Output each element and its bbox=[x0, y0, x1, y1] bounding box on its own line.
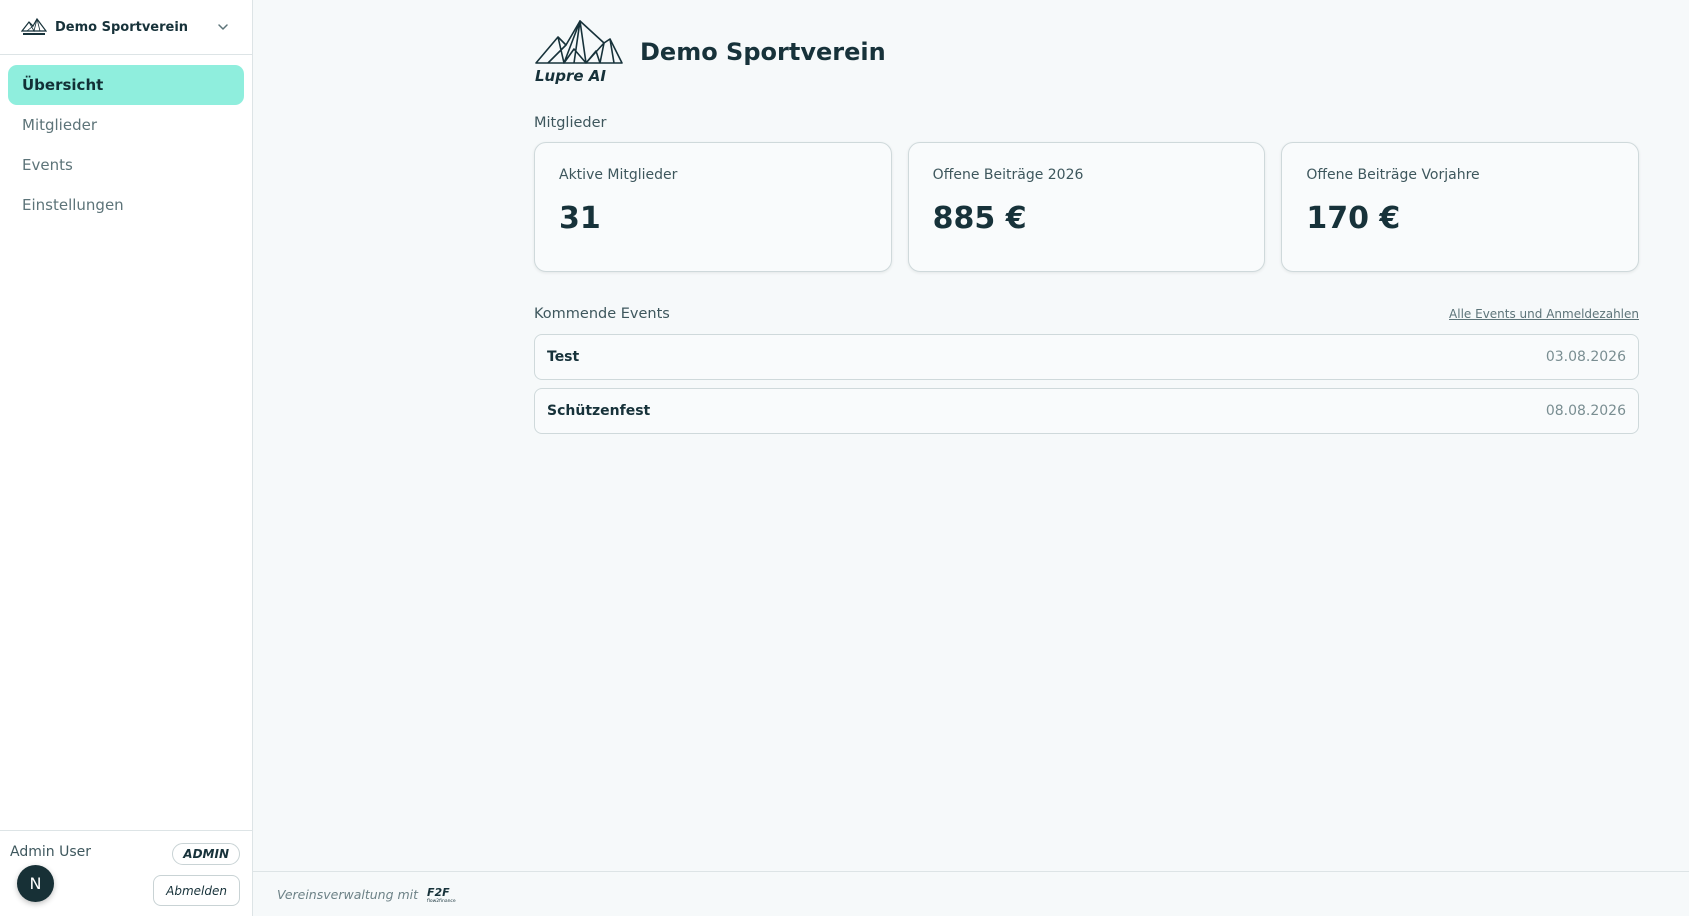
event-date: 03.08.2026 bbox=[1545, 349, 1626, 365]
all-events-link[interactable]: Alle Events und Anmeldezahlen bbox=[1449, 307, 1639, 321]
user-name: Admin User bbox=[10, 844, 91, 860]
club-switcher[interactable]: Demo Sportverein bbox=[0, 0, 252, 55]
stat-card-open-fees-previous: Offene Beiträge Vorjahre 170 € bbox=[1281, 142, 1640, 272]
stat-value: 31 bbox=[559, 201, 601, 236]
event-name: Test bbox=[547, 349, 580, 365]
sidebar-item-settings[interactable]: Einstellungen bbox=[8, 185, 244, 225]
f2f-logo-text: F2F bbox=[427, 886, 450, 899]
stat-label: Offene Beiträge Vorjahre bbox=[1306, 167, 1480, 183]
members-section-label: Mitglieder bbox=[534, 115, 607, 131]
sidebar-item-label: Übersicht bbox=[22, 76, 104, 94]
stat-label: Aktive Mitglieder bbox=[559, 167, 678, 183]
app-root: Demo Sportverein Übersicht Mitglieder Ev… bbox=[0, 0, 1689, 916]
stat-card-active-members: Aktive Mitglieder 31 bbox=[534, 142, 892, 272]
main-area: Lupre AI Demo Sportverein Mitglieder Akt… bbox=[253, 0, 1689, 916]
lupre-ai-logo: Lupre AI bbox=[535, 20, 623, 85]
event-name: Schützenfest bbox=[547, 403, 651, 419]
stat-card-open-fees-current: Offene Beiträge 2026 885 € bbox=[907, 142, 1266, 272]
role-badge: ADMIN bbox=[172, 843, 240, 865]
event-row[interactable]: Schützenfest 08.08.2026 bbox=[534, 388, 1639, 434]
sidebar-item-label: Mitglieder bbox=[22, 116, 97, 134]
event-date: 08.08.2026 bbox=[1545, 403, 1626, 419]
events-list: Test 03.08.2026 Schützenfest 08.08.2026 bbox=[534, 334, 1639, 434]
event-row[interactable]: Test 03.08.2026 bbox=[534, 334, 1639, 380]
sidebar-item-events[interactable]: Events bbox=[8, 145, 244, 185]
club-name: Demo Sportverein bbox=[55, 19, 189, 35]
footer: Vereinsverwaltung mit F2F flow2finance bbox=[253, 871, 1689, 916]
stat-label: Offene Beiträge 2026 bbox=[932, 167, 1084, 183]
brand-logo-text: Lupre AI bbox=[535, 67, 606, 85]
sidebar: Demo Sportverein Übersicht Mitglieder Ev… bbox=[0, 0, 253, 916]
logout-button[interactable]: Abmelden bbox=[153, 875, 240, 906]
footer-text: Vereinsverwaltung mit bbox=[277, 886, 419, 902]
page-header: Lupre AI Demo Sportverein bbox=[534, 18, 1639, 86]
events-section-label: Kommende Events bbox=[534, 306, 670, 322]
events-header: Kommende Events Alle Events und Anmeldez… bbox=[534, 306, 1639, 322]
sidebar-item-label: Einstellungen bbox=[22, 196, 124, 214]
sidebar-item-overview[interactable]: Übersicht bbox=[8, 65, 244, 105]
stat-value: 885 € bbox=[932, 201, 1027, 236]
dashboard-content: Lupre AI Demo Sportverein Mitglieder Akt… bbox=[534, 18, 1640, 442]
page-title: Demo Sportverein bbox=[640, 38, 886, 66]
sidebar-item-members[interactable]: Mitglieder bbox=[8, 105, 244, 145]
f2f-logo-sub: flow2finance bbox=[427, 898, 456, 903]
f2f-logo[interactable]: F2F flow2finance bbox=[426, 885, 464, 903]
avatar[interactable]: N bbox=[17, 865, 54, 902]
stats-row: Aktive Mitglieder 31 Offene Beiträge 202… bbox=[534, 142, 1640, 272]
club-logo-icon bbox=[21, 17, 47, 35]
sidebar-item-label: Events bbox=[22, 156, 73, 174]
chevron-down-icon bbox=[218, 24, 228, 30]
user-panel: Admin User ADMIN N Abmelden bbox=[0, 830, 252, 916]
stat-value: 170 € bbox=[1306, 201, 1401, 236]
sidebar-nav: Übersicht Mitglieder Events Einstellunge… bbox=[0, 55, 252, 225]
